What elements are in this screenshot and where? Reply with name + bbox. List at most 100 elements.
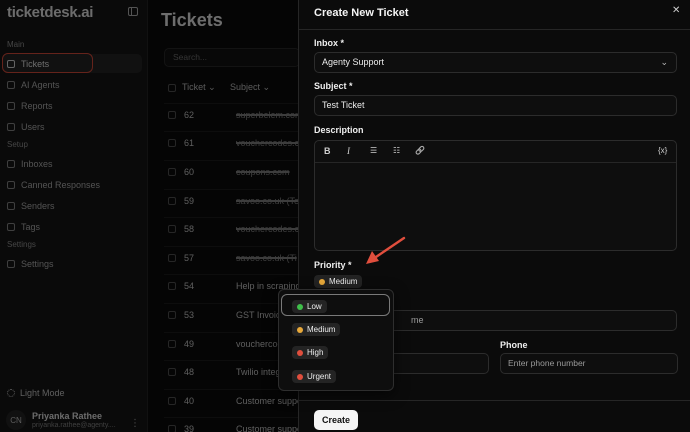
priority-option-medium[interactable]: Medium — [292, 323, 341, 336]
search-input[interactable]: Search... — [164, 48, 300, 67]
sidebar-item-canned-responses[interactable]: Canned Responses — [3, 175, 142, 194]
brand-logo: ticketdesk.ai — [7, 4, 94, 21]
column-subject[interactable]: Subject ⌄ — [230, 82, 270, 93]
row-checkbox[interactable] — [168, 311, 176, 319]
ticket-id: 61 — [184, 138, 195, 148]
table-row[interactable]: 62 superbelem.com — [164, 103, 304, 126]
table-row[interactable]: 59 savoo.co.uk (Ten — [164, 189, 304, 212]
description-label: Description — [314, 125, 364, 135]
ticket-subject: Customer suppo — [236, 424, 298, 432]
ticket-id: 39 — [184, 424, 195, 432]
ticket-subject: Customer suppo — [236, 396, 298, 406]
sidebar-item-label: Reports — [21, 100, 53, 111]
priority-option-low[interactable]: Low — [292, 300, 327, 313]
sidebar-item-ai-agents[interactable]: AI Agents — [3, 75, 142, 94]
close-icon[interactable]: ✕ — [672, 5, 680, 16]
tag-icon — [7, 222, 15, 231]
sidebar-item-senders[interactable]: Senders — [3, 196, 142, 215]
priority-label: Priority * — [314, 260, 352, 270]
table-row[interactable]: 40 Customer suppo — [164, 389, 304, 412]
priority-option-high[interactable]: High — [292, 346, 329, 359]
sidebar-toggle-icon[interactable] — [128, 7, 138, 16]
option-label: High — [307, 348, 324, 357]
description-editor[interactable]: B I ☰ ☷ 🔗 {x} — [314, 140, 677, 251]
table-row[interactable]: 39 Customer suppo — [164, 417, 304, 432]
page-title: Tickets — [161, 10, 223, 30]
select-all-checkbox[interactable] — [168, 83, 176, 92]
row-checkbox[interactable] — [168, 425, 176, 432]
italic-icon[interactable]: I — [347, 146, 350, 156]
sidebar-item-label: AI Agents — [21, 79, 60, 90]
row-checkbox[interactable] — [168, 225, 176, 233]
sidebar-item-settings[interactable]: Settings — [3, 254, 142, 273]
table-header: Ticket ⌄ Subject ⌄ — [164, 78, 304, 97]
create-button[interactable]: Create — [314, 410, 358, 430]
sidebar-item-users[interactable]: Users — [3, 117, 142, 136]
message-icon — [7, 180, 15, 189]
priority-option-urgent[interactable]: Urgent — [292, 370, 337, 383]
ticket-subject: superbelem.com — [236, 110, 298, 120]
row-checkbox[interactable] — [168, 340, 176, 348]
ticket-id: 53 — [184, 310, 195, 320]
priority-dropdown: Low Medium High Urgent — [278, 289, 394, 391]
sidebar-item-inboxes[interactable]: Inboxes — [3, 154, 142, 173]
editor-toolbar: B I ☰ ☷ 🔗 {x} — [315, 141, 676, 163]
gear-icon — [7, 259, 15, 268]
priority-select[interactable]: Medium — [314, 275, 363, 288]
sidebar-item-tags[interactable]: Tags — [3, 217, 142, 236]
sidebar-item-label: Settings — [21, 258, 54, 269]
user-name: Priyanka Rathee — [32, 411, 103, 421]
divider — [299, 29, 690, 30]
ticket-subject: vouchercodes.co — [236, 138, 298, 148]
row-checkbox[interactable] — [168, 139, 176, 147]
sidebar: ticketdesk.ai Main Tickets AI Agents Rep… — [0, 0, 148, 432]
inbox-select[interactable]: Agenty Support ⌄ — [314, 52, 677, 73]
table-row[interactable]: 61 vouchercodes.co — [164, 131, 304, 154]
table-row[interactable]: 58 vouchercodes.co — [164, 217, 304, 240]
inbox-value: Agenty Support — [322, 57, 385, 67]
section-setup-heading: Setup — [7, 140, 28, 149]
status-dot — [297, 326, 303, 333]
ticket-id: 49 — [184, 339, 195, 349]
ticket-subject: coupons.com — [236, 167, 290, 177]
row-checkbox[interactable] — [168, 368, 176, 376]
table-row[interactable]: 60 coupons.com — [164, 160, 304, 183]
bar-chart-icon — [7, 101, 15, 110]
link-icon[interactable]: 🔗 — [415, 146, 425, 155]
subject-input[interactable]: Test Ticket — [314, 95, 677, 116]
ticket-id: 48 — [184, 367, 195, 377]
bold-icon[interactable]: B — [324, 146, 331, 156]
row-checkbox[interactable] — [168, 168, 176, 176]
name-placeholder: me — [411, 315, 424, 325]
variable-icon[interactable]: {x} — [658, 146, 667, 155]
column-ticket[interactable]: Ticket ⌄ — [182, 82, 230, 93]
row-checkbox[interactable] — [168, 254, 176, 262]
row-checkbox[interactable] — [168, 397, 176, 405]
option-label: Medium — [307, 325, 336, 334]
users-icon — [7, 122, 15, 131]
user-email: priyanka.rathee@agenty.... — [32, 422, 116, 429]
ticket-id: 54 — [184, 281, 195, 291]
mail-icon — [7, 159, 15, 168]
sidebar-item-tickets[interactable]: Tickets — [3, 54, 142, 73]
priority-value: Medium — [329, 277, 358, 286]
inbox-icon — [7, 59, 15, 68]
light-mode-label: Light Mode — [20, 388, 65, 398]
chevron-down-icon: ⌄ — [660, 57, 668, 67]
user-menu[interactable]: CN Priyanka Rathee priyanka.rathee@agent… — [0, 408, 148, 432]
row-checkbox[interactable] — [168, 197, 176, 205]
bullet-list-icon[interactable]: ☰ — [370, 146, 377, 155]
ticket-subject: savoo.co.uk (Ti — [236, 253, 297, 263]
light-mode-toggle[interactable]: Light Mode — [7, 388, 65, 398]
phone-input[interactable]: Enter phone number — [500, 353, 678, 374]
ticket-id: 59 — [184, 196, 195, 206]
sidebar-item-reports[interactable]: Reports — [3, 96, 142, 115]
ticket-id: 60 — [184, 167, 195, 177]
row-checkbox[interactable] — [168, 111, 176, 119]
table-row[interactable]: 57 savoo.co.uk (Ti — [164, 246, 304, 269]
ordered-list-icon[interactable]: ☷ — [393, 146, 400, 155]
more-vertical-icon[interactable]: ⋮ — [130, 418, 140, 429]
row-checkbox[interactable] — [168, 282, 176, 290]
sidebar-item-label: Tags — [21, 221, 41, 232]
sidebar-item-label: Canned Responses — [21, 179, 101, 190]
